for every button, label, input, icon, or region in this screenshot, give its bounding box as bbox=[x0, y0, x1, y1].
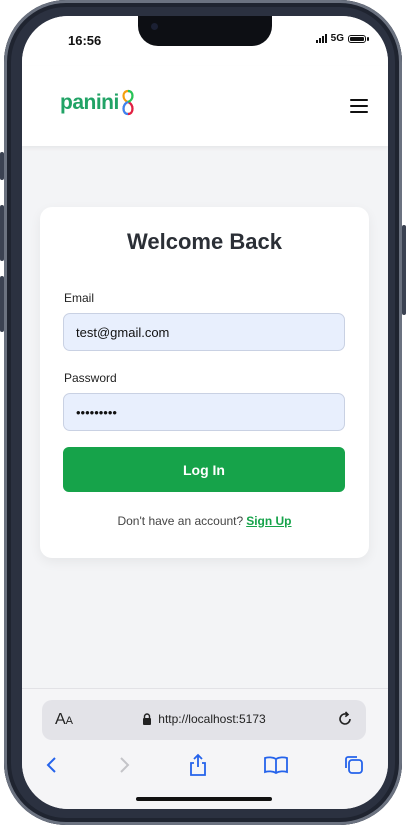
screen: 16:56 5G panini Welcome Back Email Passw… bbox=[22, 16, 388, 809]
back-icon[interactable] bbox=[38, 751, 66, 779]
logo-text: panini bbox=[60, 91, 119, 114]
lock-icon bbox=[143, 713, 152, 725]
password-field[interactable] bbox=[63, 393, 345, 431]
url-display: http://localhost:5173 bbox=[42, 712, 366, 726]
browser-toolbar: AA http://localhost:5173 bbox=[22, 688, 388, 809]
signup-row: Don't have an account? Sign Up bbox=[40, 514, 369, 528]
app-header: panini bbox=[22, 66, 388, 146]
browser-nav bbox=[22, 751, 388, 787]
status-time: 16:56 bbox=[68, 33, 102, 48]
logo-mark-icon bbox=[122, 89, 134, 116]
share-icon[interactable] bbox=[184, 751, 212, 779]
mute-switch bbox=[0, 152, 4, 180]
url-text: http://localhost:5173 bbox=[158, 712, 266, 726]
app-logo[interactable]: panini bbox=[60, 89, 136, 117]
signup-prompt: Don't have an account? bbox=[117, 514, 244, 528]
login-button[interactable]: Log In bbox=[63, 447, 345, 492]
email-field[interactable] bbox=[63, 313, 345, 351]
status-indicators: 5G bbox=[315, 33, 369, 44]
password-label: Password bbox=[64, 371, 117, 385]
login-card: Welcome Back Email Password Log In Don't… bbox=[40, 207, 369, 558]
status-bar: 16:56 5G bbox=[22, 16, 388, 66]
power-button bbox=[402, 225, 406, 315]
home-indicator bbox=[136, 797, 272, 801]
camera-icon bbox=[151, 23, 158, 30]
tabs-icon[interactable] bbox=[340, 751, 368, 779]
volume-down-button bbox=[0, 276, 4, 332]
dynamic-island bbox=[138, 16, 272, 46]
forward-icon[interactable] bbox=[110, 751, 138, 779]
bookmarks-icon[interactable] bbox=[262, 751, 290, 779]
login-title: Welcome Back bbox=[127, 229, 282, 254]
email-label: Email bbox=[64, 291, 95, 305]
signal-icon bbox=[315, 34, 327, 43]
reload-icon[interactable] bbox=[336, 710, 354, 733]
menu-icon[interactable] bbox=[350, 99, 368, 113]
network-label: 5G bbox=[330, 33, 344, 44]
signup-link[interactable]: Sign Up bbox=[246, 514, 291, 528]
volume-up-button bbox=[0, 205, 4, 261]
battery-icon bbox=[348, 34, 369, 43]
address-bar[interactable]: AA http://localhost:5173 bbox=[42, 700, 366, 740]
